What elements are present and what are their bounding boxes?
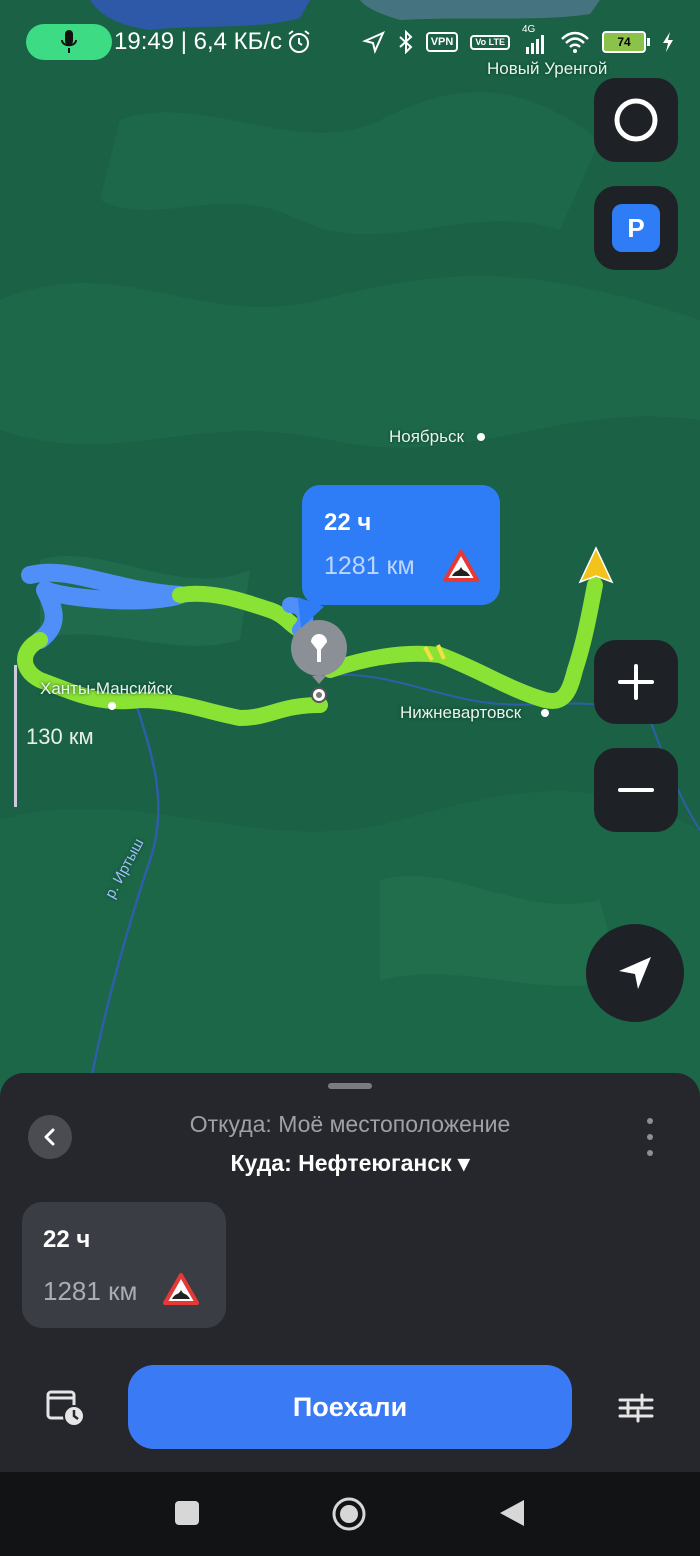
plus-icon xyxy=(618,664,654,700)
scale-label: 130 км xyxy=(26,724,94,749)
map-view[interactable]: Новый Уренгой Ноябрьск Ханты-Мансийск Ни… xyxy=(0,0,700,1110)
city-label-khanty-mansiysk: Ханты-Мансийск xyxy=(40,679,173,698)
route-callout[interactable]: 22 ч 1281 км xyxy=(288,485,500,633)
rough-road-warning-icon xyxy=(443,550,479,582)
cell-signal: 4G xyxy=(522,24,548,54)
sliders-icon xyxy=(618,1393,654,1423)
go-button[interactable]: Поехали xyxy=(128,1365,572,1449)
route-from[interactable]: Откуда: Моё местоположение xyxy=(0,1111,700,1138)
route-option-card[interactable]: 22 ч 1281 км xyxy=(22,1202,226,1328)
alarm-icon xyxy=(288,30,310,53)
alice-assistant-button[interactable] xyxy=(594,78,678,162)
battery-level: 74 xyxy=(602,31,646,53)
zoom-out-button[interactable] xyxy=(594,748,678,832)
dot-icon xyxy=(647,1118,653,1124)
battery-indicator: 74 xyxy=(602,31,650,53)
bluetooth-icon xyxy=(399,30,413,54)
route-card-duration: 22 ч xyxy=(43,1226,91,1253)
dot-icon xyxy=(647,1150,653,1156)
home-icon[interactable] xyxy=(331,1496,367,1532)
city-label-noyabrsk: Ноябрьск xyxy=(389,427,464,446)
navigation-arrow-icon xyxy=(619,957,651,989)
route-settings-button[interactable] xyxy=(614,1386,658,1430)
departure-time-button[interactable] xyxy=(44,1386,88,1430)
more-options-button[interactable] xyxy=(640,1118,660,1156)
location-arrow-icon xyxy=(361,31,385,54)
back-nav-icon[interactable] xyxy=(498,1498,526,1528)
system-nav-bar xyxy=(0,1472,700,1556)
route-callout-distance: 1281 км xyxy=(324,552,415,580)
route-to[interactable]: Куда: Нефтеюганск ▾ xyxy=(0,1150,700,1177)
zoom-in-button[interactable] xyxy=(594,640,678,724)
wifi-icon xyxy=(561,31,589,53)
vpn-badge: VPN xyxy=(425,32,459,52)
rough-road-warning-icon xyxy=(163,1273,199,1305)
route-callout-duration: 22 ч xyxy=(324,509,372,536)
calendar-clock-icon xyxy=(46,1390,85,1427)
svg-text:P: P xyxy=(627,213,644,243)
mic-indicator[interactable] xyxy=(26,24,112,60)
volte-badge: Vo LTE xyxy=(470,34,510,50)
minus-icon xyxy=(618,788,654,792)
status-bar: 19:49 | 6,4 КБ/с VPN Vo LTE 4G 74 xyxy=(0,0,700,70)
status-icons: VPN Vo LTE 4G 74 xyxy=(361,24,674,58)
parking-icon: P xyxy=(612,204,660,252)
parking-button[interactable]: P xyxy=(594,186,678,270)
alice-icon xyxy=(614,98,658,142)
scale-bar xyxy=(14,665,17,807)
recents-icon[interactable] xyxy=(174,1500,200,1526)
charging-icon xyxy=(663,32,673,52)
my-location-button[interactable] xyxy=(586,924,684,1022)
microphone-icon xyxy=(61,30,77,53)
status-time: 19:49 | 6,4 КБ/с xyxy=(114,28,283,55)
sheet-drag-handle[interactable] xyxy=(328,1083,372,1089)
dot-icon xyxy=(647,1134,653,1140)
route-card-distance: 1281 км xyxy=(43,1276,138,1306)
signal-bars-icon xyxy=(526,35,544,54)
city-label-nizhnevartovsk: Нижневартовск xyxy=(400,703,522,722)
